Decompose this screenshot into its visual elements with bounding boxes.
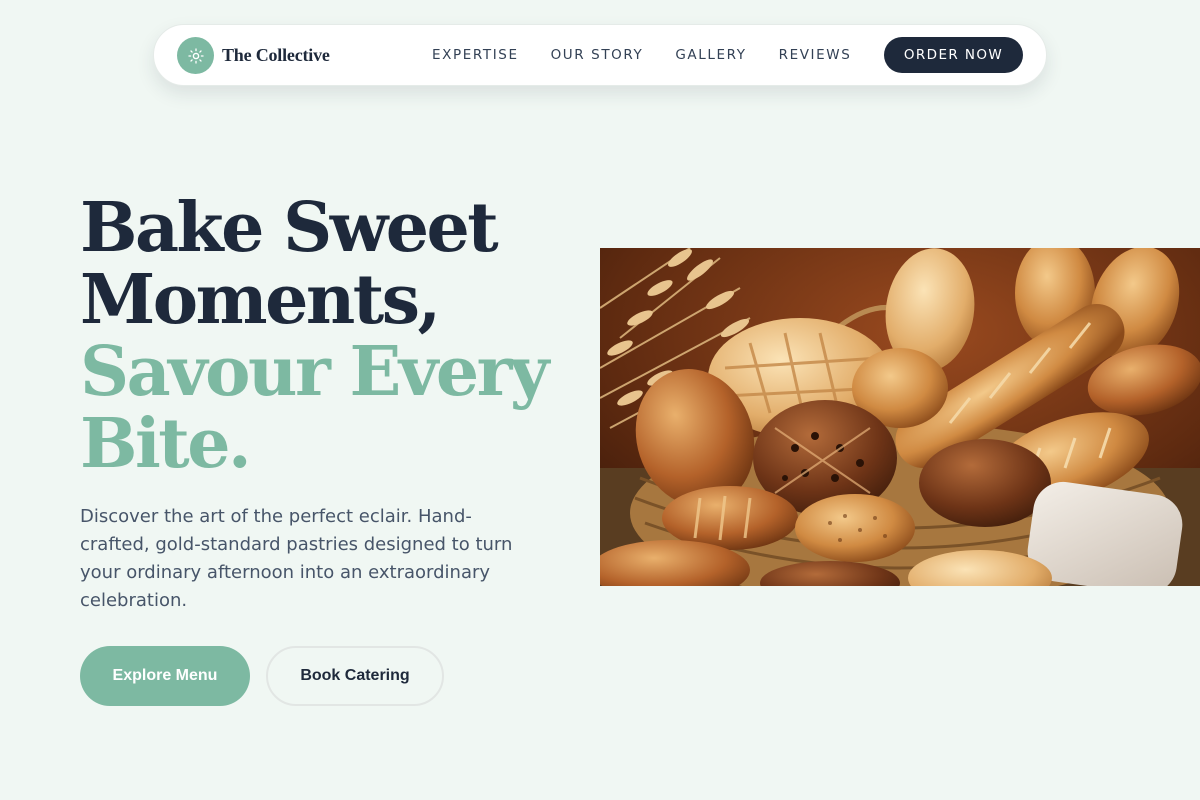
headline-accent-line-1: Savour Every <box>80 332 549 412</box>
nav-links: EXPERTISE OUR STORY GALLERY REVIEWS <box>432 25 883 85</box>
brand[interactable]: The Collective <box>177 37 330 74</box>
order-now-button[interactable]: ORDER NOW <box>884 37 1023 73</box>
nav-link-gallery[interactable]: GALLERY <box>675 47 746 63</box>
headline-line-1: Bake Sweet <box>80 188 499 268</box>
nav-link-our-story[interactable]: OUR STORY <box>551 47 644 63</box>
hero-headline: Bake Sweet Moments, Savour Every Bite. <box>80 188 549 484</box>
sun-icon <box>177 37 214 74</box>
headline-accent-line-2: Bite. <box>80 404 252 484</box>
nav-link-reviews[interactable]: REVIEWS <box>779 47 852 63</box>
nav-link-expertise[interactable]: EXPERTISE <box>432 47 519 63</box>
hero-bread-basket-image <box>600 248 1200 586</box>
explore-menu-button[interactable]: Explore Menu <box>80 646 250 706</box>
hero-description: Discover the art of the perfect eclair. … <box>80 506 513 611</box>
brand-name: The Collective <box>222 45 330 65</box>
book-catering-button[interactable]: Book Catering <box>266 646 444 706</box>
headline-line-2: Moments, <box>80 260 441 340</box>
navbar: The Collective EXPERTISE OUR STORY GALLE… <box>153 24 1047 86</box>
